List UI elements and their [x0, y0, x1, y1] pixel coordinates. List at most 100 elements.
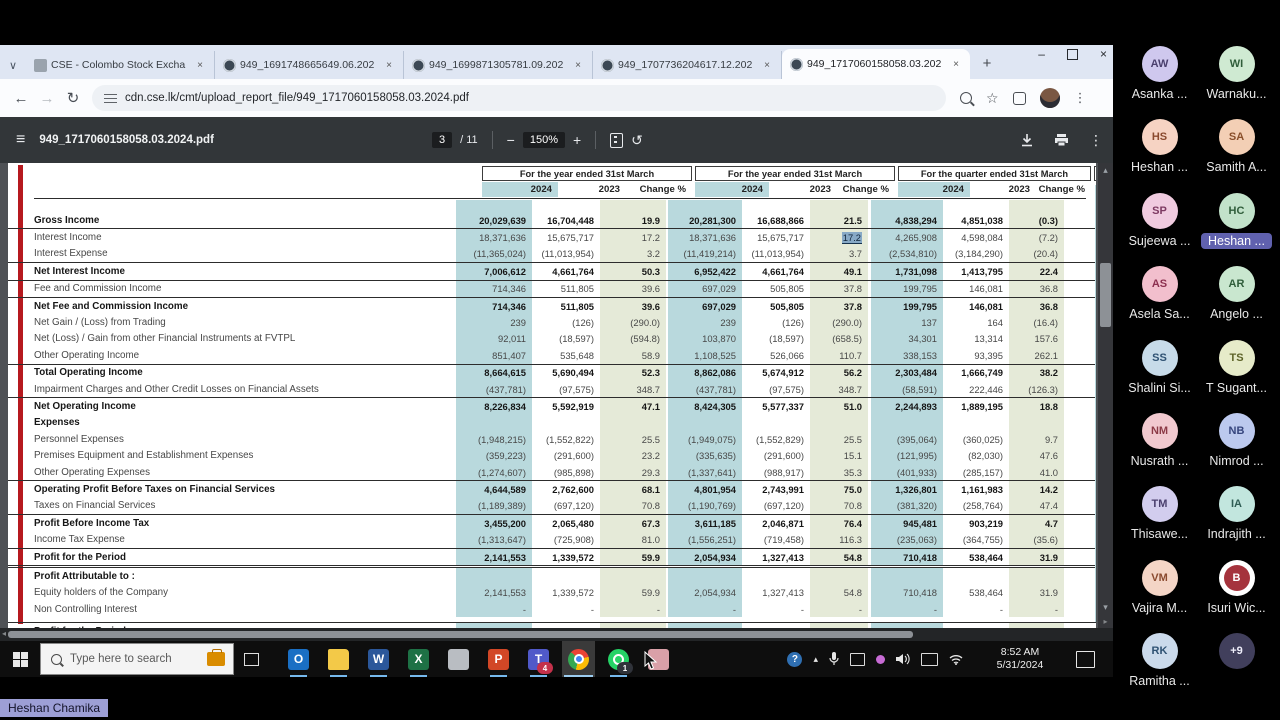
pdf-menu-icon[interactable]: ≡ [16, 131, 25, 149]
rotate-button[interactable]: ↺ [631, 132, 643, 149]
table-cell: 538,464 [943, 585, 1009, 601]
start-button[interactable] [0, 641, 40, 677]
zoom-in-button[interactable]: + [573, 132, 581, 148]
browser-tab[interactable]: CSE - Colombo Stock Excha× [26, 51, 215, 79]
tab-close-icon[interactable]: × [950, 58, 962, 71]
battery-icon[interactable] [921, 653, 938, 666]
whatsapp-taskbar-button[interactable]: 1 [602, 641, 635, 677]
pdf-more-icon[interactable]: ⋮ [1089, 132, 1103, 149]
forward-button[interactable]: → [34, 90, 60, 107]
app-grey-taskbar-button[interactable] [442, 641, 475, 677]
vertical-scroll-thumb[interactable] [1100, 263, 1111, 327]
action-center-icon[interactable] [1076, 651, 1095, 668]
taskbar-search-input[interactable]: Type here to search [40, 643, 234, 675]
site-info-icon[interactable] [104, 93, 117, 104]
extensions-icon[interactable] [1013, 92, 1026, 105]
browser-tab[interactable]: 949_1699871305781.09.202× [404, 51, 593, 79]
participant-tile[interactable]: IAIndrajith ... [1198, 486, 1275, 559]
tab-close-icon[interactable]: × [761, 59, 773, 72]
browser-tab[interactable]: 949_1691748665649.06.202× [215, 51, 404, 79]
participant-tile[interactable]: SASamith A... [1198, 119, 1275, 192]
search-placeholder: Type here to search [70, 653, 172, 665]
table-cell: 93,395 [943, 347, 1009, 363]
word-taskbar-button[interactable]: W [362, 641, 395, 677]
tab-close-icon[interactable]: × [572, 59, 584, 72]
participant-tile[interactable]: ARAngelo ... [1198, 266, 1275, 339]
download-icon[interactable] [1020, 133, 1034, 147]
table-cell: 5,592,919 [532, 398, 600, 414]
participant-tile[interactable]: RKRamitha ... [1121, 633, 1198, 706]
table-cell: (3,184,290) [943, 246, 1009, 262]
table-cell: 34,301 [871, 331, 943, 347]
tab-close-icon[interactable]: × [194, 59, 206, 72]
row-label: Profit Attributable to : [8, 571, 456, 582]
profile-avatar[interactable] [1040, 88, 1060, 108]
vertical-scrollbar[interactable]: ▴ ▾ [1098, 163, 1113, 615]
back-button[interactable]: ← [8, 90, 34, 107]
teams-badge: 4 [537, 662, 553, 674]
new-tab-button[interactable]: + [974, 50, 1000, 76]
participant-tile[interactable]: NBNimrod ... [1198, 413, 1275, 486]
table-cell [600, 568, 666, 584]
table-cell: - [810, 601, 868, 617]
volume-icon[interactable] [896, 653, 910, 665]
task-view-button[interactable] [234, 641, 268, 677]
powerpoint-taskbar-button[interactable]: P [482, 641, 515, 677]
zoom-level[interactable]: 150% [523, 132, 565, 148]
participant-tile[interactable]: VMVajira M... [1121, 560, 1198, 633]
minimize-button[interactable]: – [1038, 47, 1045, 61]
participant-tile[interactable]: HCHeshan ... [1198, 193, 1275, 266]
table-cell: 8,664,615 [456, 365, 532, 381]
app-tray-icon[interactable] [876, 655, 885, 664]
excel-taskbar-button[interactable]: X [402, 641, 435, 677]
microphone-icon[interactable] [829, 652, 839, 666]
participant-avatar: B [1219, 560, 1255, 596]
maximize-button[interactable] [1067, 49, 1078, 60]
page-number-input[interactable]: 3 [432, 132, 452, 148]
fit-page-button[interactable] [610, 133, 623, 148]
participant-tile[interactable]: TMThisawe... [1121, 486, 1198, 559]
participant-tile[interactable]: NMNusrath ... [1121, 413, 1198, 486]
display-tray-icon[interactable] [850, 653, 865, 666]
address-bar[interactable]: cdn.cse.lk/cmt/upload_report_file/949_17… [92, 85, 946, 111]
table-cell: 2,762,600 [532, 481, 600, 497]
taskbar-clock[interactable]: 8:52 AM 5/31/2024 [985, 646, 1055, 672]
close-window-button[interactable]: × [1100, 47, 1107, 61]
participant-tile[interactable]: ASAsela Sa... [1121, 266, 1198, 339]
participant-tile[interactable]: +9 [1198, 633, 1275, 706]
teams-taskbar-button[interactable]: T4 [522, 641, 555, 677]
help-tray-icon[interactable]: ? [787, 652, 802, 667]
participant-tile[interactable]: WIWarnaku... [1198, 46, 1275, 119]
participant-tile[interactable]: HSHeshan ... [1121, 119, 1198, 192]
table-cell: (121,995) [871, 447, 943, 463]
print-icon[interactable] [1054, 133, 1069, 147]
participant-tile[interactable]: BIsuri Wic... [1198, 560, 1275, 633]
tab-close-icon[interactable]: × [383, 59, 395, 72]
table-cell: (58,591) [871, 381, 943, 397]
tab-search-icon[interactable]: ∨ [0, 51, 26, 79]
file-explorer-taskbar-button[interactable] [322, 641, 355, 677]
wifi-icon[interactable] [949, 654, 963, 665]
table-cell: (126.3) [1009, 381, 1064, 397]
globe-favicon-icon [412, 59, 425, 72]
reload-button[interactable]: ↻ [60, 89, 86, 107]
participant-tile[interactable]: SPSujeewa ... [1121, 193, 1198, 266]
participant-tile[interactable]: TST Sugant... [1198, 340, 1275, 413]
zoom-out-button[interactable]: − [507, 132, 515, 148]
horizontal-scroll-thumb[interactable] [8, 631, 913, 638]
browser-tab[interactable]: 949_1717060158058.03.202× [782, 49, 970, 79]
zoom-icon[interactable] [960, 92, 972, 104]
browser-tab[interactable]: 949_1707736204617.12.202× [593, 51, 782, 79]
chrome-taskbar-button[interactable] [562, 641, 595, 677]
outlook-taskbar-button[interactable]: O [282, 641, 315, 677]
bookmark-star-icon[interactable]: ☆ [986, 90, 999, 107]
table-cell: 3,455,200 [456, 515, 532, 531]
tray-expand-icon[interactable]: ▴ [813, 654, 818, 665]
participant-tile[interactable]: SSShalini Si... [1121, 340, 1198, 413]
table-cell: (335,635) [668, 447, 742, 463]
browser-menu-icon[interactable]: ⋮ [1074, 90, 1087, 106]
table-row: Total Operating Income8,664,6155,690,494… [8, 365, 1096, 381]
participant-tile[interactable]: AWAsanka ... [1121, 46, 1198, 119]
table-cell: 2,141,553 [456, 585, 532, 601]
horizontal-scrollbar[interactable]: ◂ [0, 628, 1113, 641]
